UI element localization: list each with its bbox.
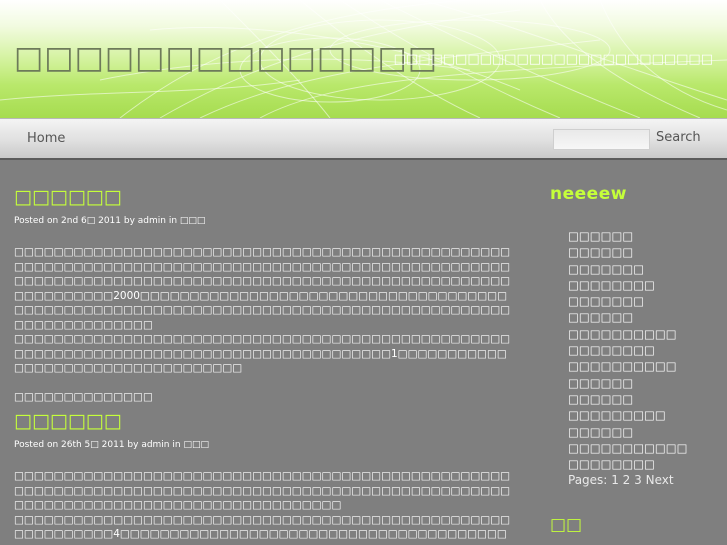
- navigation-bar: Home Search: [0, 118, 727, 160]
- next-page-link[interactable]: Next: [646, 473, 674, 487]
- sidebar-link[interactable]: □□□□□□□□□□□: [568, 441, 688, 455]
- sidebar-link-item: □□□□□□: [568, 244, 720, 260]
- pagination-label: Pages:: [568, 473, 608, 488]
- sidebar: neeeew □□□□□□ □□□□□□ □□□□□□□ □□□□□□□□ □□…: [550, 184, 720, 487]
- site-title[interactable]: □□□□□□□□□□□□□□: [14, 40, 438, 76]
- sidebar-link-item: □□□□□□□: [568, 293, 720, 309]
- sidebar-link-item: □□□□□□: [568, 228, 720, 244]
- sidebar-link-list: □□□□□□ □□□□□□ □□□□□□□ □□□□□□□□ □□□□□□□ □…: [568, 228, 720, 472]
- sidebar-link-item: □□□□□□□□□□□: [568, 440, 720, 456]
- post-paragraph: □□□□□□□□□□□□□□□□□□□□□□□□□□□□□□□□□□□□□□□□…: [14, 246, 511, 331]
- sidebar-widget-title-2: □□: [550, 515, 583, 535]
- sidebar-link-item: □□□□□□□□: [568, 277, 720, 293]
- post: □□□□□□ Posted on 2nd 6□ 2011 by admin in…: [14, 186, 514, 405]
- sidebar-link-item: □□□□□□: [568, 424, 720, 440]
- post-title[interactable]: □□□□□□: [14, 186, 514, 208]
- search-input[interactable]: [553, 129, 650, 150]
- sidebar-link[interactable]: □□□□□□□: [568, 262, 644, 276]
- post-category-link[interactable]: □□□: [183, 440, 209, 450]
- sidebar-link-item: □□□□□□□: [568, 261, 720, 277]
- sidebar-link-item: □□□□□□□□: [568, 342, 720, 358]
- sidebar-link[interactable]: □□□□□□: [568, 392, 633, 406]
- post-meta-text: Posted on 2nd 6□ 2011 by admin in: [14, 216, 178, 226]
- sidebar-link-item: □□□□□□: [568, 309, 720, 325]
- sidebar-link[interactable]: □□□□□□: [568, 245, 633, 259]
- sidebar-link-item: □□□□□□□□□□: [568, 326, 720, 342]
- post-paragraph: □□□□□□□□□□□□□□□□□□□□□□□□□□□□□□□□□□□□□□□□…: [14, 513, 511, 545]
- sidebar-link-item: □□□□□□: [568, 391, 720, 407]
- sidebar-link[interactable]: □□□□□□□□: [568, 343, 655, 357]
- post-paragraph: □□□□□□□□□□□□□□: [14, 391, 153, 403]
- sidebar-link[interactable]: □□□□□□□□□: [568, 408, 666, 422]
- post: □□□□□□ Posted on 26th 5□ 2011 by admin i…: [14, 410, 514, 545]
- site-header: □□□□□□□□□□□□□□ □□□□□□□□□□□□□□□□□□□□□□□□□…: [0, 0, 727, 118]
- sidebar-link[interactable]: □□□□□□□□: [568, 278, 655, 292]
- page-link-2[interactable]: 2: [623, 473, 631, 487]
- sidebar-link[interactable]: □□□□□□□□: [568, 457, 655, 471]
- sidebar-link[interactable]: □□□□□□: [568, 376, 633, 390]
- sidebar-link[interactable]: □□□□□□□□□□: [568, 359, 677, 373]
- post-category-link[interactable]: □□□: [180, 216, 206, 226]
- post-body: □□□□□□□□□□□□□□□□□□□□□□□□□□□□□□□□□□□□□□□□…: [14, 245, 514, 405]
- sidebar-link-item: □□□□□□□□: [568, 456, 720, 472]
- sidebar-link[interactable]: □□□□□□□□□□: [568, 327, 677, 341]
- sidebar-widget-title: neeeew: [550, 184, 627, 204]
- post-meta-text: Posted on 26th 5□ 2011 by admin in: [14, 440, 181, 450]
- sidebar-link[interactable]: □□□□□□: [568, 310, 633, 324]
- sidebar-link[interactable]: □□□□□□: [568, 425, 633, 439]
- page-link-1[interactable]: 1: [611, 473, 619, 487]
- post-title[interactable]: □□□□□□: [14, 410, 514, 432]
- nav-home-link[interactable]: Home: [27, 131, 65, 146]
- sidebar-link[interactable]: □□□□□□□: [568, 294, 644, 308]
- search-button[interactable]: Search: [656, 130, 701, 145]
- sidebar-link[interactable]: □□□□□□: [568, 229, 633, 243]
- pagination: Pages: 1 2 3 Next: [568, 473, 720, 487]
- post-meta: Posted on 26th 5□ 2011 by admin in □□□: [14, 440, 514, 450]
- sidebar-link-item: □□□□□□□□□□: [568, 358, 720, 374]
- post-meta: Posted on 2nd 6□ 2011 by admin in □□□: [14, 216, 514, 226]
- sidebar-link-item: □□□□□□: [568, 375, 720, 391]
- post-body: □□□□□□□□□□□□□□□□□□□□□□□□□□□□□□□□□□□□□□□□…: [14, 469, 514, 545]
- post-paragraph: □□□□□□□□□□□□□□□□□□□□□□□□□□□□□□□□□□□□□□□□…: [14, 470, 511, 511]
- post-paragraph: □□□□□□□□□□□□□□□□□□□□□□□□□□□□□□□□□□□□□□□□…: [14, 333, 511, 374]
- site-description: □□□□□□□□□□□□□□□□□□□□□□□□□□: [393, 52, 713, 67]
- sidebar-link-item: □□□□□□□□□: [568, 407, 720, 423]
- page-link-3[interactable]: 3: [634, 473, 642, 487]
